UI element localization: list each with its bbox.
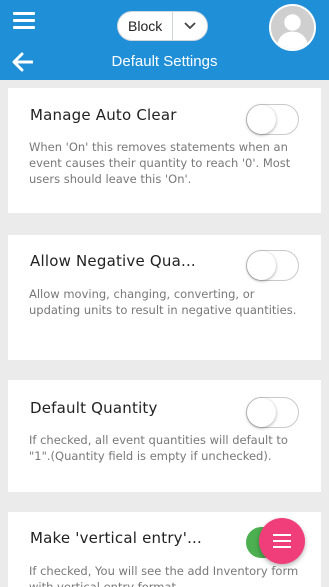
user-avatar-icon[interactable] bbox=[269, 4, 316, 51]
page-title: Default Settings bbox=[111, 53, 218, 70]
menu-fab-icon[interactable] bbox=[259, 518, 305, 564]
setting-card-auto-clear: Manage Auto Clear When 'On' this removes… bbox=[8, 88, 321, 213]
setting-title: Default Quantity bbox=[30, 399, 158, 417]
setting-description: If checked, all event quantities will de… bbox=[29, 433, 288, 463]
setting-title: Manage Auto Clear bbox=[30, 106, 177, 124]
block-select-value: Block bbox=[128, 18, 163, 34]
setting-card-negative-quantity: Allow Negative Qua... Allow moving, chan… bbox=[8, 235, 321, 360]
default-quantity-toggle[interactable] bbox=[246, 397, 299, 428]
app-header: Block Default Settings bbox=[0, 0, 329, 80]
setting-description: When 'On' this removes statements when a… bbox=[29, 140, 291, 186]
setting-title: Allow Negative Qua... bbox=[30, 252, 196, 270]
toggle-knob bbox=[247, 398, 276, 427]
toggle-knob bbox=[247, 251, 276, 280]
auto-clear-toggle[interactable] bbox=[246, 104, 299, 135]
setting-description: Allow moving, changing, converting, or u… bbox=[29, 287, 297, 317]
negative-quantity-toggle[interactable] bbox=[246, 250, 299, 281]
setting-title: Make 'vertical entry'... bbox=[30, 529, 202, 547]
setting-description: If checked, You will see the add Invento… bbox=[29, 564, 299, 587]
hamburger-icon[interactable] bbox=[13, 12, 35, 30]
setting-card-default-quantity: Default Quantity If checked, all event q… bbox=[8, 380, 321, 492]
block-select[interactable]: Block bbox=[117, 11, 208, 41]
toggle-knob bbox=[247, 105, 276, 134]
chevron-down-icon bbox=[172, 12, 207, 40]
